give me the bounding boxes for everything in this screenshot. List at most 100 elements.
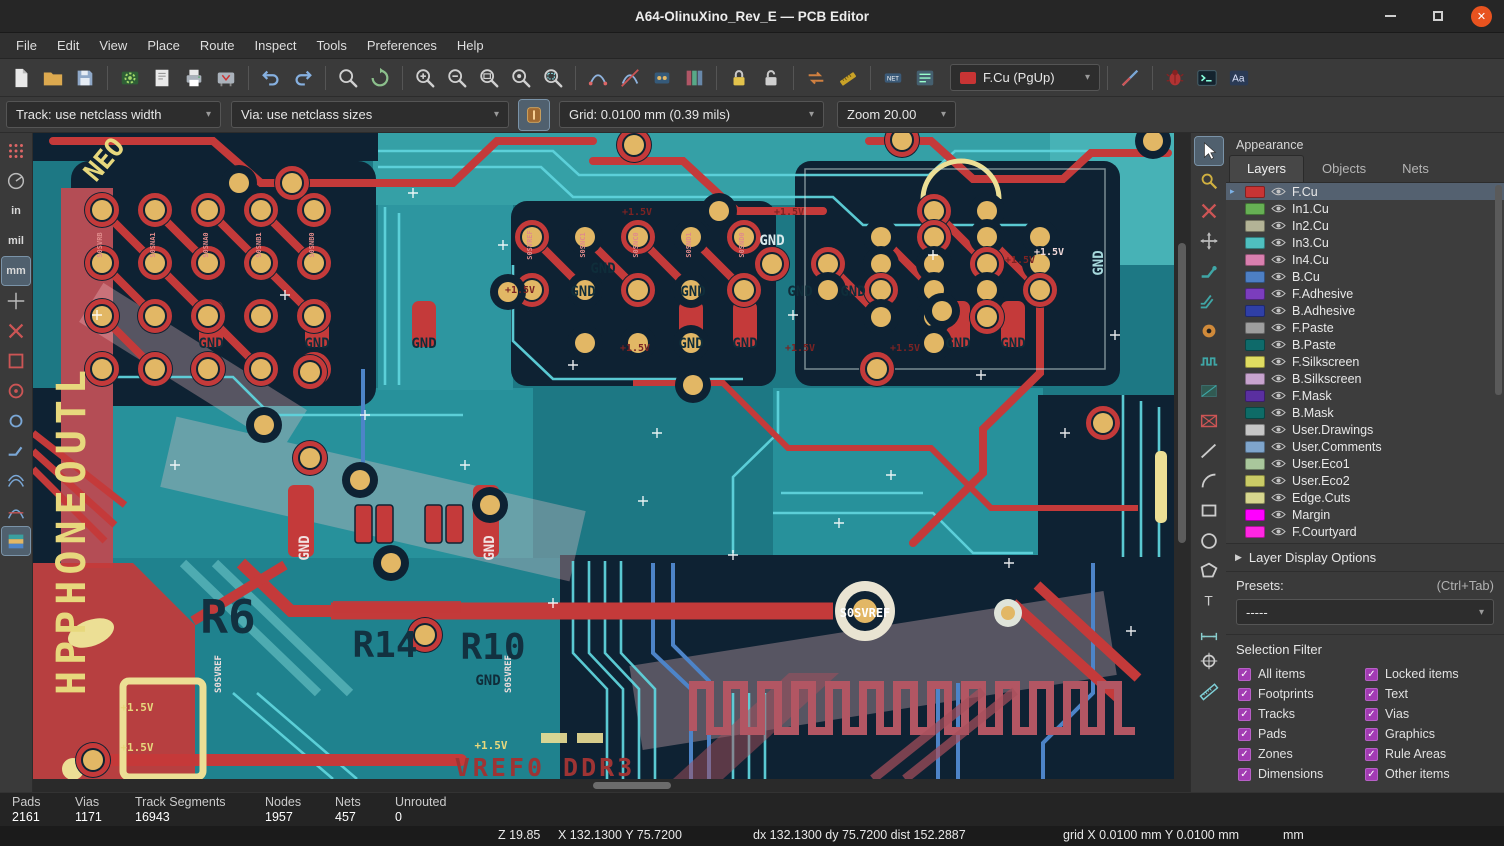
- draw-line-tool-button[interactable]: [1195, 437, 1223, 465]
- layer-row-b-adhesive[interactable]: B.Adhesive: [1226, 302, 1504, 319]
- layer-visibility-eye-icon[interactable]: [1271, 220, 1286, 231]
- layer-row-b-courtyard[interactable]: B.Courtyard: [1226, 540, 1504, 543]
- zoom-objects-button[interactable]: [506, 63, 536, 93]
- scripting-console-button[interactable]: [1192, 63, 1222, 93]
- set-origin-tool-button[interactable]: [1195, 647, 1223, 675]
- layer-visibility-eye-icon[interactable]: [1271, 373, 1286, 384]
- checkbox-icon[interactable]: ✓: [1365, 668, 1378, 681]
- layer-color-swatch[interactable]: [1245, 526, 1265, 538]
- checkbox-icon[interactable]: ✓: [1238, 688, 1251, 701]
- redo-button[interactable]: [288, 63, 318, 93]
- layer-visibility-eye-icon[interactable]: [1271, 390, 1286, 401]
- open-board-button[interactable]: [38, 63, 68, 93]
- presets-dropdown[interactable]: ----- ▾: [1236, 599, 1494, 625]
- measure-tools-button[interactable]: [833, 63, 863, 93]
- draw-polygon-tool-button[interactable]: [1195, 557, 1223, 585]
- layer-color-swatch[interactable]: [1245, 237, 1265, 249]
- filter-all-items[interactable]: ✓All items: [1238, 664, 1365, 684]
- layer-visibility-eye-icon[interactable]: [1271, 526, 1286, 537]
- highlight-net-tool-button[interactable]: [1195, 167, 1223, 195]
- print-button[interactable]: [179, 63, 209, 93]
- layer-color-swatch[interactable]: [1245, 390, 1265, 402]
- layer-row-b-silkscreen[interactable]: B.Silkscreen: [1226, 370, 1504, 387]
- filter-rule-areas[interactable]: ✓Rule Areas: [1365, 744, 1492, 764]
- layer-visibility-eye-icon[interactable]: [1271, 305, 1286, 316]
- checkbox-icon[interactable]: ✓: [1365, 708, 1378, 721]
- layer-row-f-paste[interactable]: F.Paste: [1226, 319, 1504, 336]
- board-setup-button[interactable]: [115, 63, 145, 93]
- layer-color-swatch[interactable]: [1245, 407, 1265, 419]
- filter-footprints[interactable]: ✓Footprints: [1238, 684, 1365, 704]
- layer-row-f-cu[interactable]: ▸F.Cu: [1226, 183, 1504, 200]
- layer-visibility-eye-icon[interactable]: [1271, 441, 1286, 452]
- filter-tracks[interactable]: ✓Tracks: [1238, 704, 1365, 724]
- menu-tools[interactable]: Tools: [306, 33, 356, 58]
- units-mm-button[interactable]: mm: [2, 257, 30, 285]
- checkbox-icon[interactable]: ✓: [1238, 728, 1251, 741]
- filter-zones[interactable]: ✓Zones: [1238, 744, 1365, 764]
- add-keepout-tool-button[interactable]: [1195, 407, 1223, 435]
- draw-rectangle-tool-button[interactable]: [1195, 497, 1223, 525]
- layer-visibility-eye-icon[interactable]: [1271, 237, 1286, 248]
- maximize-button[interactable]: [1423, 1, 1453, 31]
- layer-visibility-eye-icon[interactable]: [1271, 458, 1286, 469]
- units-inches-button[interactable]: in: [2, 197, 30, 225]
- layer-visibility-eye-icon[interactable]: [1271, 407, 1286, 418]
- layer-color-swatch[interactable]: [1245, 492, 1265, 504]
- menu-place[interactable]: Place: [137, 33, 190, 58]
- plot-button[interactable]: [211, 63, 241, 93]
- layer-row-in1-cu[interactable]: In1.Cu: [1226, 200, 1504, 217]
- add-text-tool-button[interactable]: T: [1195, 587, 1223, 615]
- close-button[interactable]: ✕: [1471, 6, 1492, 27]
- zoom-selection-button[interactable]: [538, 63, 568, 93]
- layer-color-swatch[interactable]: [1245, 305, 1265, 317]
- layer-row-f-adhesive[interactable]: F.Adhesive: [1226, 285, 1504, 302]
- sketch-zones-button[interactable]: [2, 347, 30, 375]
- drag-tool-button[interactable]: [1195, 227, 1223, 255]
- text-settings-button[interactable]: Aa: [1224, 63, 1254, 93]
- checkbox-icon[interactable]: ✓: [1365, 688, 1378, 701]
- layer-color-swatch[interactable]: [1245, 424, 1265, 436]
- tab-nets[interactable]: Nets: [1384, 155, 1447, 182]
- menu-view[interactable]: View: [89, 33, 137, 58]
- free-angle-mode-button[interactable]: [2, 317, 30, 345]
- layer-display-options[interactable]: ▶ Layer Display Options: [1226, 543, 1504, 571]
- layer-color-swatch[interactable]: [1245, 543, 1265, 544]
- horizontal-scrollbar[interactable]: [33, 779, 1174, 792]
- unlock-button[interactable]: [756, 63, 786, 93]
- route-tracks-tool-button[interactable]: [1195, 257, 1223, 285]
- high-contrast-mode-button[interactable]: [2, 527, 30, 555]
- zoom-out-button[interactable]: [442, 63, 472, 93]
- layer-visibility-eye-icon[interactable]: [1271, 288, 1286, 299]
- layer-visibility-eye-icon[interactable]: [1271, 424, 1286, 435]
- layer-row-f-mask[interactable]: F.Mask: [1226, 387, 1504, 404]
- checkbox-icon[interactable]: ✓: [1365, 728, 1378, 741]
- highlight-nets-button[interactable]: [910, 63, 940, 93]
- cursor-shape-button[interactable]: [2, 287, 30, 315]
- layer-row-edge-cuts[interactable]: Edge.Cuts: [1226, 489, 1504, 506]
- menu-route[interactable]: Route: [190, 33, 245, 58]
- minimize-button[interactable]: [1375, 1, 1405, 31]
- layer-color-swatch[interactable]: [1245, 203, 1265, 215]
- edit-sizes-button[interactable]: [519, 100, 549, 130]
- layer-row-b-mask[interactable]: B.Mask: [1226, 404, 1504, 421]
- layer-color-swatch[interactable]: [1245, 339, 1265, 351]
- hide-ratsnest-button[interactable]: [615, 63, 645, 93]
- menu-file[interactable]: File: [6, 33, 47, 58]
- refresh-view-button[interactable]: [365, 63, 395, 93]
- units-mils-button[interactable]: mil: [2, 227, 30, 255]
- net-inspector-button[interactable]: NET: [878, 63, 908, 93]
- layer-row-user-eco1[interactable]: User.Eco1: [1226, 455, 1504, 472]
- layer-color-swatch[interactable]: [1245, 220, 1265, 232]
- toggle-grid-button[interactable]: [2, 137, 30, 165]
- find-button[interactable]: [333, 63, 363, 93]
- layer-visibility-eye-icon[interactable]: [1271, 203, 1286, 214]
- place-via-tool-button[interactable]: [1195, 317, 1223, 345]
- route-diff-pairs-tool-button[interactable]: [1195, 287, 1223, 315]
- tab-objects[interactable]: Objects: [1304, 155, 1384, 182]
- filter-vias[interactable]: ✓Vias: [1365, 704, 1492, 724]
- layer-visibility-eye-icon[interactable]: [1271, 186, 1286, 197]
- checkbox-icon[interactable]: ✓: [1365, 748, 1378, 761]
- filter-graphics[interactable]: ✓Graphics: [1365, 724, 1492, 744]
- filter-text[interactable]: ✓Text: [1365, 684, 1492, 704]
